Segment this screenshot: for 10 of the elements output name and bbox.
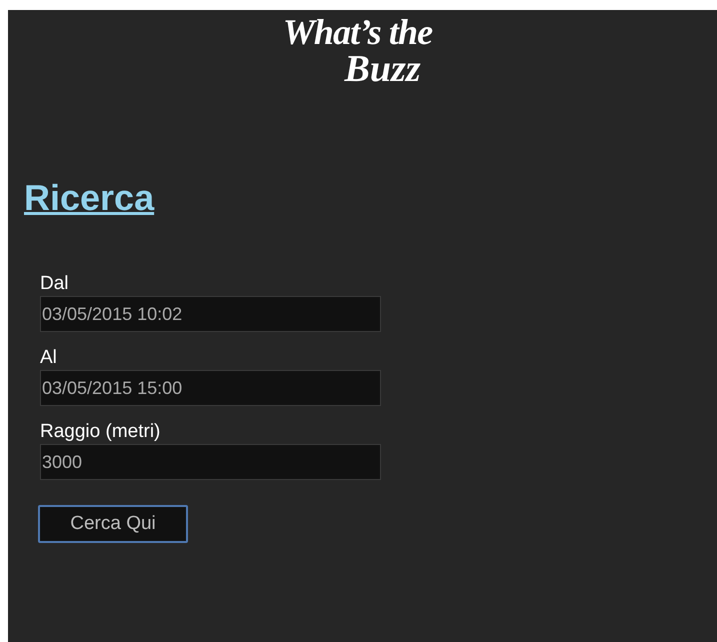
- input-field[interactable]: 03/05/2015 15:00: [40, 370, 381, 406]
- field-label: Dal: [40, 272, 70, 296]
- logo-text: What’s the: [282, 14, 432, 50]
- input-field[interactable]: 3000: [40, 444, 381, 480]
- logo-text: Buzz: [344, 50, 421, 88]
- heading-link[interactable]: Ricerca: [24, 178, 154, 218]
- field-label: Al: [40, 346, 58, 370]
- input-field[interactable]: 03/05/2015 10:02: [40, 296, 381, 332]
- search-button[interactable]: Cerca Qui: [38, 505, 188, 543]
- field-label: Raggio (metri): [40, 420, 162, 444]
